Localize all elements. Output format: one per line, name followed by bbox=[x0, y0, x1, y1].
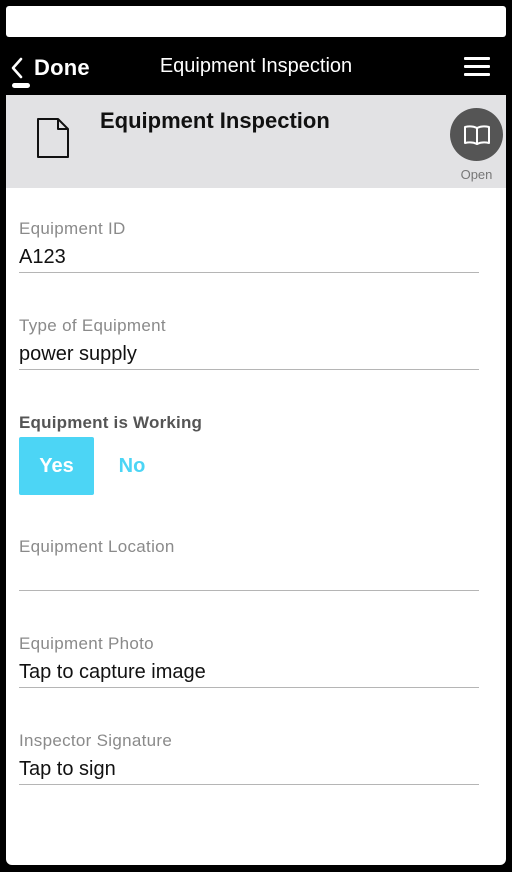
equipment-photo-field[interactable]: Equipment Photo Tap to capture image bbox=[19, 634, 479, 688]
field-label: Inspector Signature bbox=[19, 731, 173, 750]
document-icon bbox=[37, 118, 69, 158]
open-book-icon bbox=[463, 124, 490, 145]
done-underline bbox=[12, 83, 30, 88]
field-value: Tap to capture image bbox=[19, 661, 206, 683]
device-frame: Done Equipment Inspection Equipment Insp… bbox=[0, 0, 512, 872]
form-screen: Equipment Inspection Open Equipment ID A… bbox=[6, 95, 506, 865]
field-underline bbox=[19, 272, 479, 273]
field-label: Type of Equipment bbox=[19, 316, 166, 335]
equipment-type-field[interactable]: Type of Equipment power supply bbox=[19, 316, 479, 370]
field-underline bbox=[19, 687, 479, 688]
form-title: Equipment Inspection bbox=[100, 108, 330, 133]
field-value bbox=[19, 563, 479, 587]
field-value: Tap to sign bbox=[19, 758, 116, 780]
navigation-bar: Done Equipment Inspection bbox=[0, 37, 512, 95]
status-bar bbox=[6, 6, 506, 37]
field-label: Equipment Photo bbox=[19, 634, 154, 653]
field-label: Equipment Location bbox=[19, 537, 175, 556]
field-underline bbox=[19, 590, 479, 591]
equipment-id-field[interactable]: Equipment ID A123 bbox=[19, 219, 479, 273]
field-value: power supply bbox=[19, 343, 137, 365]
open-button[interactable] bbox=[450, 108, 503, 161]
open-label: Open bbox=[460, 167, 493, 182]
field-underline bbox=[19, 784, 479, 785]
field-underline bbox=[19, 369, 479, 370]
field-label: Equipment ID bbox=[19, 219, 126, 238]
hamburger-menu-icon[interactable] bbox=[464, 57, 490, 77]
form-header: Equipment Inspection Open bbox=[6, 95, 506, 188]
equipment-location-field[interactable]: Equipment Location bbox=[19, 537, 479, 591]
field-value: A123 bbox=[19, 246, 66, 268]
equipment-working-label: Equipment is Working bbox=[19, 413, 203, 432]
inspector-signature-field[interactable]: Inspector Signature Tap to sign bbox=[19, 731, 479, 785]
yes-button[interactable]: Yes bbox=[19, 437, 94, 495]
nav-title: Equipment Inspection bbox=[159, 55, 353, 77]
no-button[interactable]: No bbox=[102, 437, 162, 495]
